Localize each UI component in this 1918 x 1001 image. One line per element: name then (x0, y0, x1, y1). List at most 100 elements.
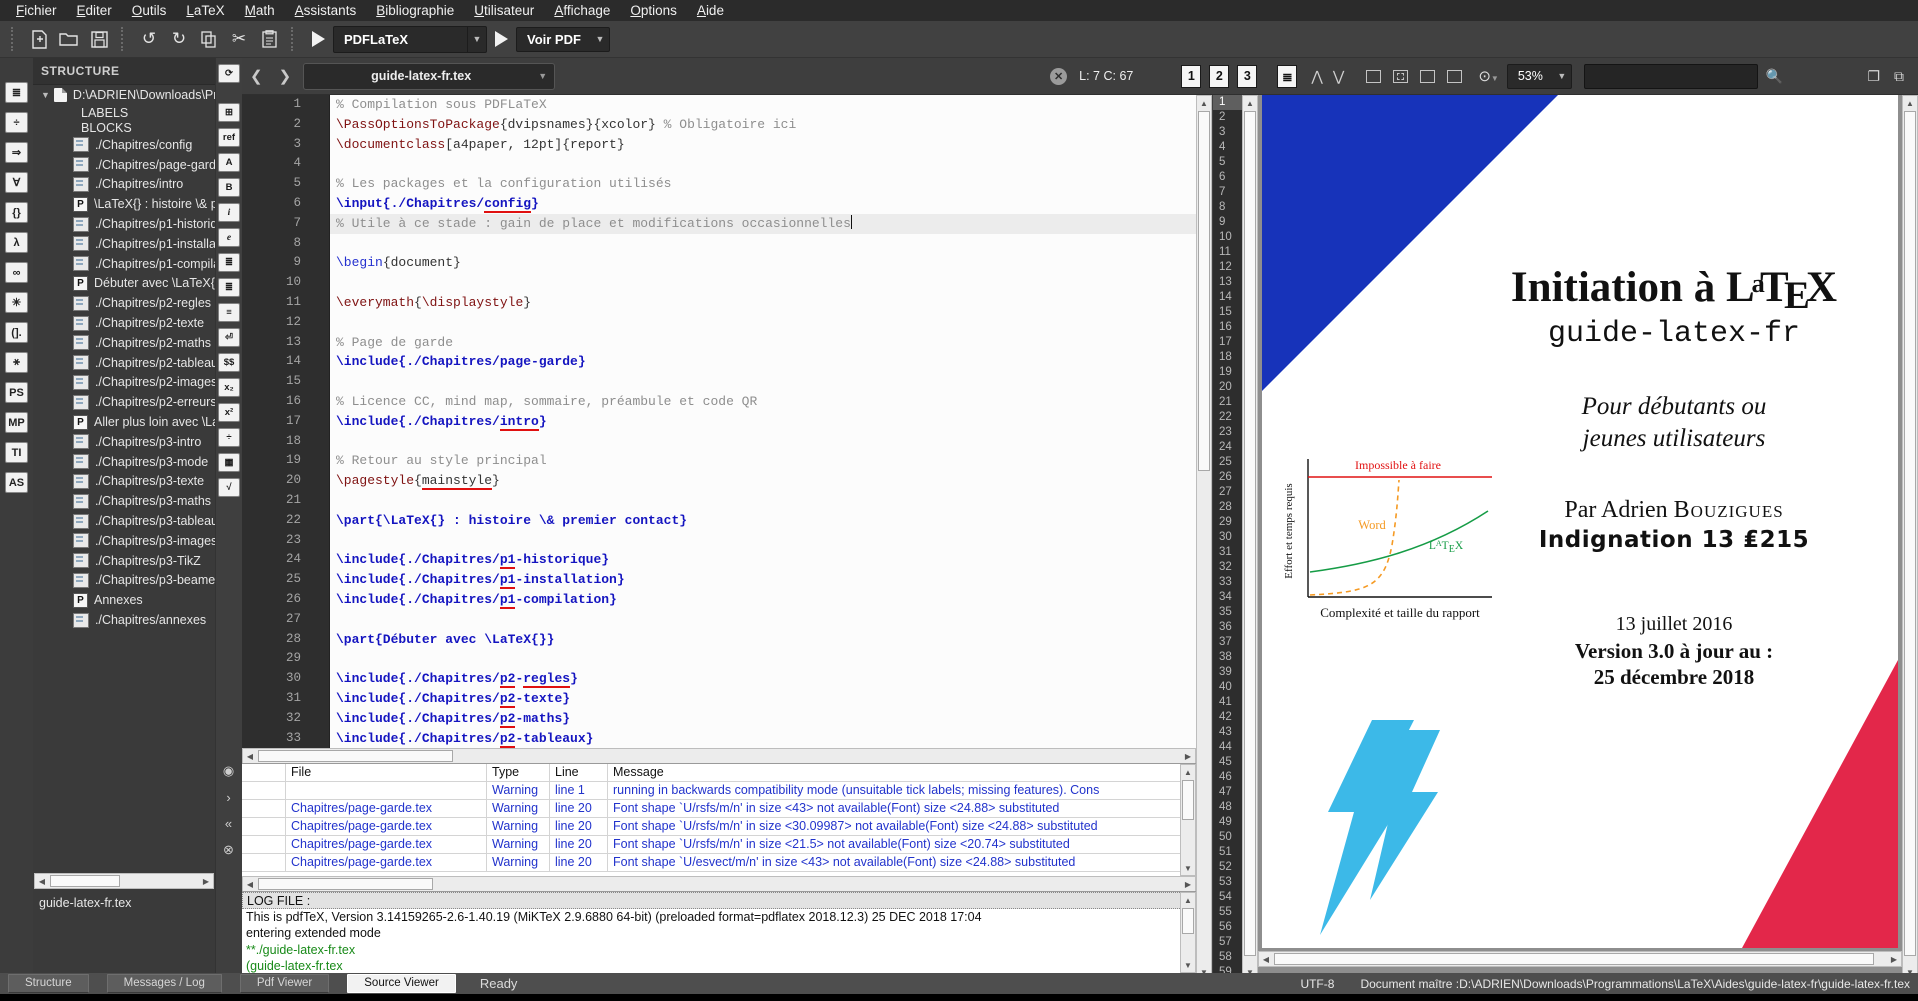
pdf-search-input[interactable] (1584, 64, 1758, 89)
tikz-tab-icon[interactable]: TI (5, 442, 28, 463)
sync-line-number[interactable]: 4 (1213, 140, 1242, 155)
italic-icon[interactable]: i (218, 203, 240, 222)
fraction-icon[interactable]: ÷ (218, 428, 240, 447)
metapost-tab-icon[interactable]: MP (5, 412, 28, 433)
sync-line-number[interactable]: 23 (1213, 425, 1242, 440)
open-file-selector[interactable]: guide-latex-fr.tex ▼ (303, 63, 555, 90)
tree-item[interactable]: ./Chapitres/p3-images (33, 531, 215, 551)
nav-forward-icon[interactable]: ❯ (271, 67, 300, 85)
matrix-icon[interactable]: ▦ (218, 453, 240, 472)
sync-line-number[interactable]: 6 (1213, 170, 1242, 185)
sync-line-number[interactable]: 33 (1213, 575, 1242, 590)
sync-line-number[interactable]: 56 (1213, 920, 1242, 935)
editor-hscrollbar[interactable]: ◀▶ (242, 748, 1196, 764)
sync-line-number[interactable]: 50 (1213, 830, 1242, 845)
code-line[interactable]: \include{./Chapitres/p2-tableaux} (330, 729, 1196, 749)
code-line[interactable] (330, 491, 1196, 511)
external-viewer-icon[interactable]: ⧉ (1894, 68, 1904, 85)
misc-symbols-tab-icon[interactable]: ∀ (5, 172, 28, 193)
sync-line-number[interactable]: 52 (1213, 860, 1242, 875)
newline-icon[interactable]: ⏎ (218, 328, 240, 347)
arrow-symbols-tab-icon[interactable]: ⇒ (5, 142, 28, 163)
code-line[interactable]: % Licence CC, mind map, sommaire, préamb… (330, 392, 1196, 412)
save-button[interactable] (85, 26, 113, 52)
sync-line-number[interactable]: 55 (1213, 905, 1242, 920)
description-icon[interactable]: ≡ (218, 303, 240, 322)
messages-vscrollbar[interactable]: ▲▼ (1180, 764, 1196, 876)
message-row[interactable]: Chapitres/page-garde.texWarningline 20Fo… (242, 800, 1196, 818)
superscript-icon[interactable]: x² (218, 403, 240, 422)
subscript-icon[interactable]: x₂ (218, 378, 240, 397)
menu-affichage[interactable]: Affichage (544, 0, 620, 21)
sync-line-number[interactable]: 24 (1213, 440, 1242, 455)
run-compile-icon[interactable] (312, 31, 325, 47)
code-line[interactable]: \include{./Chapitres/p1-historique} (330, 550, 1196, 570)
enumerate-icon[interactable]: ≣ (218, 278, 240, 297)
tree-item[interactable]: ./Chapitres/annexes (33, 610, 215, 630)
code-line[interactable]: \include{./Chapitres/p2-regles} (330, 669, 1196, 689)
sync-line-number[interactable]: 13 (1213, 275, 1242, 290)
view-mode-select[interactable]: Voir PDF ▼ (516, 27, 610, 52)
tree-item[interactable]: ./Chapitres/p3-texte (33, 472, 215, 492)
fit-selection-icon[interactable] (1393, 70, 1408, 83)
sync-line-number[interactable]: 17 (1213, 335, 1242, 350)
sync-line-number[interactable]: 48 (1213, 800, 1242, 815)
pdf-zoom-select[interactable]: 53% ▼ (1507, 64, 1572, 89)
copy-button[interactable] (195, 26, 223, 52)
code-line[interactable]: \PassOptionsToPackage{dvipsnames}{xcolor… (330, 115, 1196, 135)
search-icon[interactable]: 🔍 (1766, 68, 1783, 85)
sync-line-number[interactable]: 7 (1213, 185, 1242, 200)
relation-symbols-tab-icon[interactable]: ÷ (5, 112, 28, 133)
sync-line-number[interactable]: 51 (1213, 845, 1242, 860)
sync-line-number[interactable]: 32 (1213, 560, 1242, 575)
tree-item[interactable]: ./Chapitres/p2-maths (33, 333, 215, 353)
cut-button[interactable]: ✂ (225, 26, 253, 52)
sync-line-number[interactable]: 5 (1213, 155, 1242, 170)
code-line[interactable]: \pagestyle{mainstyle} (330, 471, 1196, 491)
statusbar-messages-log-button[interactable]: Messages / Log (107, 974, 222, 993)
menu-assistants[interactable]: Assistants (285, 0, 367, 21)
sync-line-number[interactable]: 57 (1213, 935, 1242, 950)
tree-item[interactable]: ./Chapitres/p3-tableaux (33, 511, 215, 531)
open-file-button[interactable] (55, 26, 83, 52)
code-line[interactable]: \include{./Chapitres/p2-texte} (330, 689, 1196, 709)
misc-text-tab-icon[interactable]: ⚹ (5, 352, 28, 373)
sync-line-number[interactable]: 54 (1213, 890, 1242, 905)
sync-line-number[interactable]: 20 (1213, 380, 1242, 395)
sync-line-number[interactable]: 34 (1213, 590, 1242, 605)
inline-math-icon[interactable]: $$ (218, 353, 240, 372)
sync-line-number[interactable]: 45 (1213, 755, 1242, 770)
sync-line-number[interactable]: 26 (1213, 470, 1242, 485)
sync-line-number[interactable]: 27 (1213, 485, 1242, 500)
statusbar-structure-button[interactable]: Structure (8, 974, 89, 993)
pdf-page-mode-3-button[interactable]: 3 (1237, 65, 1257, 88)
nav-back-icon[interactable]: ❮ (242, 67, 271, 85)
structure-tab-icon[interactable]: ≣ (5, 82, 28, 103)
sync-line-number[interactable]: 38 (1213, 650, 1242, 665)
sync-line-number[interactable]: 42 (1213, 710, 1242, 725)
code-line[interactable]: \include{./Chapitres/p1-installation} (330, 570, 1196, 590)
tree-item[interactable]: LABELS (33, 105, 215, 120)
menu-outils[interactable]: Outils (122, 0, 177, 21)
menu-options[interactable]: Options (620, 0, 687, 21)
sync-line-number[interactable]: 15 (1213, 305, 1242, 320)
code-line[interactable]: \begin{document} (330, 253, 1196, 273)
statusbar-source-viewer-button[interactable]: Source Viewer (347, 974, 456, 993)
code-line[interactable]: % Compilation sous PDFLaTeX (330, 95, 1196, 115)
tree-item[interactable]: ./Chapitres/p1-compilation (33, 254, 215, 274)
sync-line-number[interactable]: 2 (1213, 110, 1242, 125)
pdf-line-numbers-button[interactable]: ≣ (1277, 65, 1297, 88)
fit-page-icon[interactable] (1366, 70, 1381, 83)
statusbar-pdf-viewer-button[interactable]: Pdf Viewer (240, 974, 329, 993)
sync-line-number[interactable]: 46 (1213, 770, 1242, 785)
code-line[interactable]: % Utile à ce stade : gain de place et mo… (330, 214, 1196, 234)
code-line[interactable]: \part{\LaTeX{} : histoire \& premier con… (330, 511, 1196, 531)
code-line[interactable]: % Retour au style principal (330, 451, 1196, 471)
message-row[interactable]: Warningline 1running in backwards compat… (242, 782, 1196, 800)
sync-line-number[interactable]: 14 (1213, 290, 1242, 305)
tree-item[interactable]: ./Chapitres/p3-mode (33, 452, 215, 472)
tree-item[interactable]: ./Chapitres/p3-TikZ (33, 551, 215, 571)
stop-process-icon[interactable]: ✕ (1050, 68, 1067, 85)
messages-hscrollbar[interactable]: ◀▶ (242, 876, 1196, 892)
sync-line-number[interactable]: 25 (1213, 455, 1242, 470)
